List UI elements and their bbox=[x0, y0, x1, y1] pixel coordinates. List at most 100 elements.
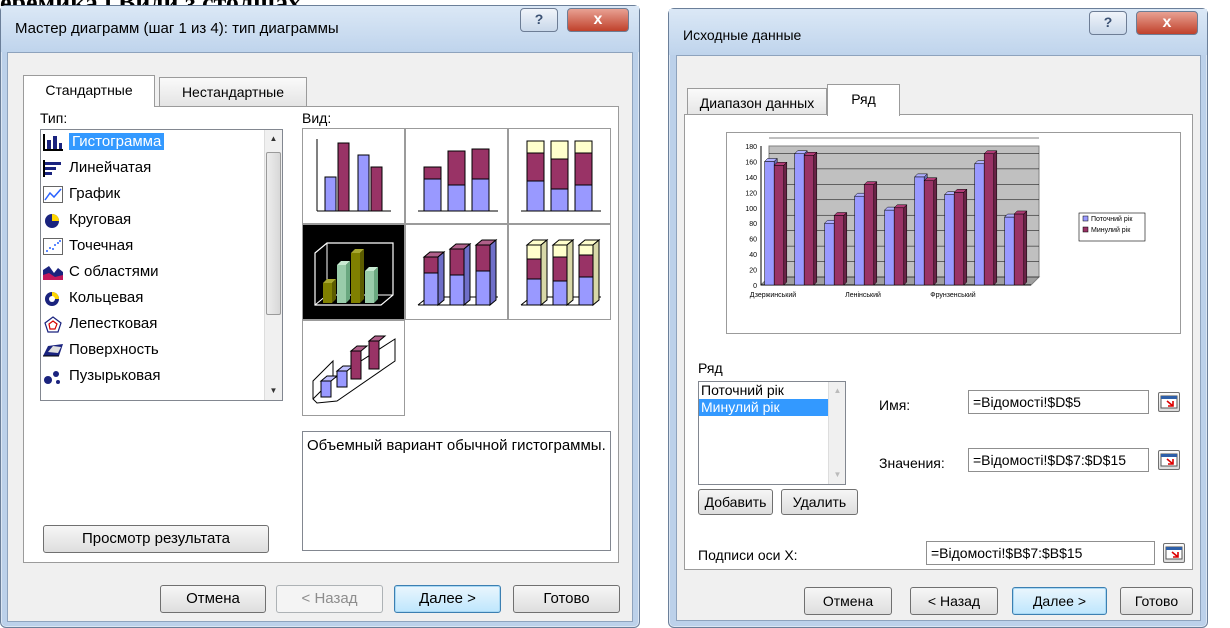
preview-result-button[interactable]: Просмотр результата bbox=[43, 525, 269, 553]
scroll-down-icon[interactable]: ▼ bbox=[829, 466, 845, 484]
bar bbox=[974, 163, 985, 286]
bar-side bbox=[813, 151, 818, 286]
cancel-button[interactable]: Отмена bbox=[804, 587, 892, 615]
bar-side bbox=[933, 177, 938, 286]
next-button[interactable]: Далее > bbox=[394, 585, 501, 613]
subtype-3d-stacked-column[interactable] bbox=[405, 224, 508, 320]
dialog-body: Стандартные Нестандартные Тип: Вид: Гист… bbox=[7, 52, 633, 622]
collapse-range-icon bbox=[1165, 546, 1183, 560]
list-item[interactable]: Гистограмма bbox=[41, 130, 282, 156]
area-chart-icon bbox=[43, 266, 63, 280]
list-item[interactable]: С областями bbox=[41, 260, 282, 286]
radar-chart-icon bbox=[44, 316, 62, 333]
list-item[interactable]: Поточний рік bbox=[699, 382, 845, 399]
subtype-clustered-column[interactable] bbox=[302, 128, 405, 224]
tab-page: 0 20 40 60 80 100 120 140 160 180 Дзержинський Лені… bbox=[684, 114, 1193, 570]
scatter-chart-icon bbox=[43, 238, 63, 255]
series-list[interactable]: Поточний рік Минулий рік ▲ ▼ bbox=[698, 381, 846, 485]
subtype-3d-clustered-column[interactable] bbox=[302, 224, 405, 320]
dialog-body: Диапазон данных Ряд 0 20 40 60 80 100 120 140 16… bbox=[676, 55, 1201, 621]
subtype-stacked-column[interactable] bbox=[405, 128, 508, 224]
bar bbox=[803, 155, 815, 286]
subtype-3d-100-stacked-column[interactable] bbox=[508, 224, 611, 320]
x-tick-label: Ленінський bbox=[845, 291, 881, 299]
bar bbox=[983, 153, 995, 286]
scroll-up-icon[interactable]: ▲ bbox=[829, 382, 845, 400]
title-bar: Мастер диаграмм (шаг 1 из 4): тип диагра… bbox=[1, 6, 639, 52]
name-label: Имя: bbox=[879, 397, 911, 413]
values-label: Значения: bbox=[879, 455, 945, 471]
3d-stacked-column-icon bbox=[417, 238, 498, 307]
bar-side bbox=[903, 204, 908, 286]
list-item[interactable]: Кольцевая bbox=[41, 286, 282, 312]
range-select-button[interactable] bbox=[1158, 392, 1180, 412]
y-tick-label: 0 bbox=[753, 283, 757, 290]
tab-page: Тип: Вид: Гистограмма Линейчатая График bbox=[23, 106, 619, 563]
list-item[interactable]: Пузырьковая bbox=[41, 364, 282, 390]
divider bbox=[685, 345, 1192, 346]
cancel-button[interactable]: Отмена bbox=[160, 585, 266, 613]
tab-custom[interactable]: Нестандартные bbox=[159, 77, 307, 107]
bar bbox=[1004, 216, 1015, 286]
surface-chart-icon bbox=[43, 344, 63, 357]
list-item[interactable]: Линейчатая bbox=[41, 156, 282, 182]
scroll-down-icon[interactable]: ▼ bbox=[265, 382, 282, 400]
legend-swatch bbox=[1082, 215, 1089, 222]
scroll-up-icon[interactable]: ▲ bbox=[265, 130, 282, 148]
bar bbox=[953, 192, 965, 286]
help-button[interactable]: ? bbox=[1089, 11, 1127, 35]
type-label: Тип: bbox=[40, 110, 68, 126]
y-tick-label: 180 bbox=[745, 144, 757, 151]
add-series-button[interactable]: Добавить bbox=[698, 489, 773, 515]
range-select-button[interactable] bbox=[1163, 543, 1185, 563]
close-button[interactable]: x bbox=[1136, 11, 1198, 35]
bar bbox=[893, 207, 905, 286]
3d-percent-stacked-column-icon bbox=[520, 238, 601, 307]
bar bbox=[863, 184, 875, 286]
chart-subtype-gallery bbox=[302, 128, 611, 417]
legend-label: Поточний рік bbox=[1091, 215, 1133, 223]
bar bbox=[884, 209, 895, 286]
back-button[interactable]: < Назад bbox=[910, 587, 998, 615]
doughnut-chart-icon bbox=[45, 292, 59, 306]
name-field[interactable]: =Відомості!$D$5 bbox=[968, 390, 1149, 414]
bar-side bbox=[843, 211, 848, 286]
values-field[interactable]: =Відомості!$D$7:$D$15 bbox=[968, 448, 1149, 472]
x-tick-label: Фрунзенський bbox=[930, 291, 976, 299]
list-item[interactable]: График bbox=[41, 182, 282, 208]
tab-series[interactable]: Ряд bbox=[827, 84, 900, 116]
list-item[interactable]: Лепестковая bbox=[41, 312, 282, 338]
bar-side bbox=[963, 188, 968, 286]
y-tick-label: 140 bbox=[745, 175, 757, 182]
y-tick-label: 120 bbox=[745, 190, 757, 197]
close-button[interactable]: x bbox=[567, 8, 629, 32]
list-item[interactable]: Круговая bbox=[41, 208, 282, 234]
chart-type-list[interactable]: Гистограмма Линейчатая График Круговая Т… bbox=[40, 129, 283, 401]
list-item[interactable]: Точечная bbox=[41, 234, 282, 260]
dialog-title: Исходные данные bbox=[683, 27, 802, 43]
chart-preview: 0 20 40 60 80 100 120 140 160 180 Дзержинський Лені… bbox=[726, 132, 1181, 334]
list-item[interactable]: Поверхность bbox=[41, 338, 282, 364]
bar bbox=[794, 153, 805, 286]
tab-standard[interactable]: Стандартные bbox=[23, 75, 155, 107]
column-chart: 0 20 40 60 80 100 120 140 160 180 Дзержинський Лені… bbox=[745, 137, 1146, 299]
help-button[interactable]: ? bbox=[520, 8, 558, 32]
view-label: Вид: bbox=[302, 110, 332, 126]
back-button[interactable]: < Назад bbox=[276, 585, 383, 613]
remove-series-button[interactable]: Удалить bbox=[781, 489, 858, 515]
y-tick-label: 60 bbox=[749, 237, 757, 244]
range-select-button[interactable] bbox=[1158, 450, 1180, 470]
finish-button[interactable]: Готово bbox=[1120, 587, 1193, 615]
scroll-thumb[interactable] bbox=[266, 152, 281, 315]
scrollbar[interactable]: ▲ ▼ bbox=[828, 382, 845, 484]
x-labels-field[interactable]: =Відомості!$B$7:$B$15 bbox=[926, 541, 1155, 565]
subtype-100-stacked-column[interactable] bbox=[508, 128, 611, 224]
bar bbox=[824, 222, 835, 286]
subtype-3d-column[interactable] bbox=[302, 320, 405, 416]
finish-button[interactable]: Готово bbox=[513, 585, 620, 613]
scrollbar[interactable]: ▲ ▼ bbox=[264, 130, 282, 400]
list-item[interactable]: Минулий рік bbox=[699, 399, 845, 416]
bubble-chart-icon bbox=[44, 371, 60, 384]
y-tick-label: 80 bbox=[749, 221, 757, 228]
next-button[interactable]: Далее > bbox=[1012, 587, 1107, 615]
